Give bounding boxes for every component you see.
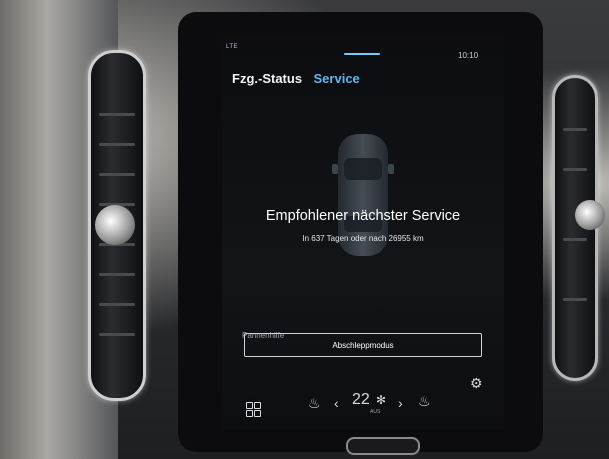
temperature-value[interactable]: 22 bbox=[352, 392, 370, 408]
fan-mode-label: AUS bbox=[370, 409, 381, 415]
fan-icon[interactable]: ✻ bbox=[376, 394, 386, 406]
tab-bar: Fzg.-Status Service bbox=[232, 70, 367, 88]
home-button[interactable] bbox=[346, 437, 420, 455]
chevron-left-icon[interactable]: ‹ bbox=[334, 396, 339, 410]
tab-vehicle-status[interactable]: Fzg.-Status bbox=[232, 71, 302, 86]
status-bar: LTE 10:10 bbox=[222, 38, 504, 68]
gear-icon[interactable]: ⚙ bbox=[470, 376, 483, 390]
tow-mode-button[interactable]: Abschleppmodus bbox=[244, 333, 482, 357]
pull-down-handle[interactable] bbox=[344, 53, 380, 55]
seat-heater-left-icon[interactable]: ♨ bbox=[308, 396, 321, 410]
tab-service[interactable]: Service bbox=[314, 71, 360, 86]
service-headline: Empfohlener nächster Service bbox=[265, 208, 461, 224]
infotainment-screen: LTE 10:10 Fzg.-Status Service Empfohlene… bbox=[222, 38, 504, 430]
chevron-right-icon[interactable]: › bbox=[398, 396, 403, 410]
air-vent-knob-right bbox=[575, 200, 605, 230]
clock: 10:10 bbox=[458, 51, 479, 60]
air-vent-knob-left bbox=[95, 205, 135, 245]
service-detail: In 637 Tagen oder nach 26955 km bbox=[302, 234, 424, 243]
climate-bar: ♨ ‹ 22 ✻ AUS › ♨ ⚙ bbox=[222, 372, 504, 426]
seat-heater-right-icon[interactable]: ♨ bbox=[418, 394, 431, 408]
network-indicator: LTE bbox=[226, 44, 239, 50]
